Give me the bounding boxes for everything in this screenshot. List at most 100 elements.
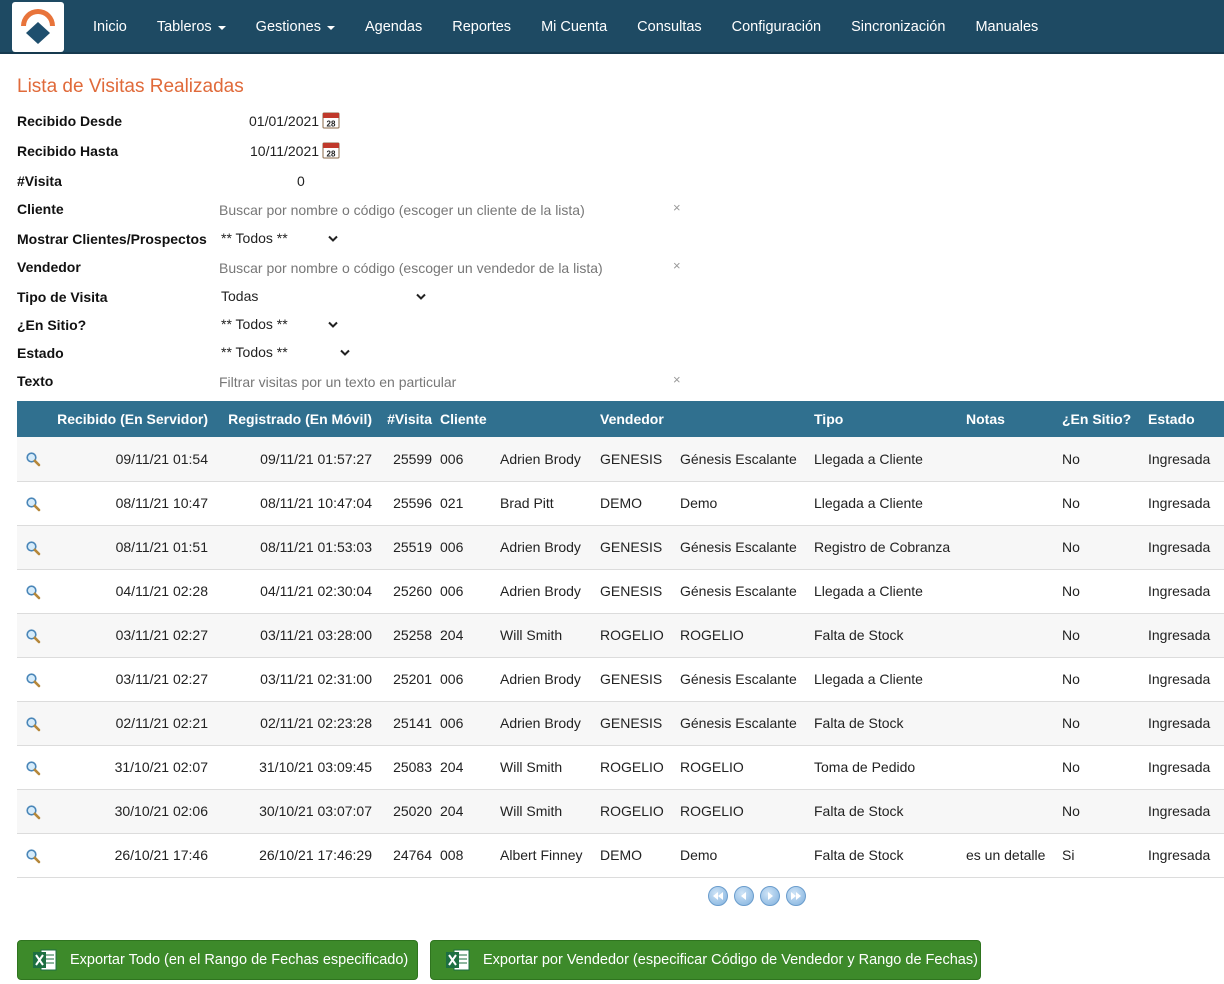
magnifier-icon[interactable]	[25, 716, 41, 732]
header-visita[interactable]: #Visita	[376, 401, 436, 437]
magnifier-icon[interactable]	[25, 628, 41, 644]
cell-notas	[962, 525, 1058, 570]
nav-manuales[interactable]: Manuales	[960, 0, 1053, 54]
cell-en-sitio: No	[1058, 657, 1144, 702]
header-en-sitio[interactable]: ¿En Sitio?	[1058, 401, 1144, 437]
cell-cliente-nombre: Will Smith	[496, 789, 596, 834]
nav-configuracion[interactable]: Configuración	[717, 0, 836, 54]
header-tipo[interactable]: Tipo	[810, 401, 962, 437]
row-detail-cell	[17, 613, 53, 658]
table-row[interactable]: 08/11/21 01:51 08/11/21 01:53:03 25519 006 A…	[17, 525, 1224, 570]
header-recibido[interactable]: Recibido (En Servidor)	[53, 401, 212, 437]
clear-vendedor-icon[interactable]: ×	[673, 258, 681, 273]
cell-vendedor-nombre: ROGELIO	[676, 789, 810, 834]
vendedor-search-input[interactable]	[219, 256, 689, 280]
cell-cliente-codigo: 204	[436, 613, 496, 658]
visita-input[interactable]: 0	[297, 173, 305, 189]
recibido-desde-input[interactable]: 01/01/2021	[249, 113, 319, 129]
cell-registrado: 03/11/21 03:28:00	[212, 613, 376, 658]
nav-sincronizacion-label: Sincronización	[851, 19, 946, 35]
texto-search-input[interactable]	[219, 370, 689, 394]
cell-en-sitio: No	[1058, 481, 1144, 526]
tipo-select[interactable]: Todas	[221, 288, 258, 304]
cell-recibido: 08/11/21 01:51	[53, 525, 212, 570]
filter-recibido-desde: Recibido Desde 01/01/2021 28	[17, 110, 697, 134]
export-all-button[interactable]: Exportar Todo (en el Rango de Fechas esp…	[17, 940, 418, 980]
export-vendor-button[interactable]: Exportar por Vendedor (especificar Códig…	[430, 940, 981, 980]
magnifier-icon[interactable]	[25, 540, 41, 556]
cell-notas: es un detalle	[962, 833, 1058, 878]
cell-cliente-codigo: 204	[436, 745, 496, 790]
recibido-desde-label: Recibido Desde	[17, 113, 123, 129]
cell-recibido: 03/11/21 02:27	[53, 613, 212, 658]
header-vendedor[interactable]: Vendedor	[596, 401, 810, 437]
app-logo[interactable]	[12, 2, 64, 52]
cell-tipo: Falta de Stock	[810, 701, 962, 746]
prev-page-icon[interactable]	[734, 886, 754, 906]
table-row[interactable]: 02/11/21 02:21 02/11/21 02:23:28 25141 006 A…	[17, 701, 1224, 746]
table-row[interactable]: 31/10/21 02:07 31/10/21 03:09:45 25083 204 W…	[17, 745, 1224, 790]
cell-vendedor-codigo: DEMO	[596, 833, 676, 878]
header-notas[interactable]: Notas	[962, 401, 1058, 437]
calendar-icon[interactable]: 28	[322, 141, 340, 159]
calendar-icon[interactable]: 28	[322, 111, 340, 129]
table-row[interactable]: 30/10/21 02:06 30/10/21 03:07:07 25020 204 W…	[17, 789, 1224, 834]
cliente-search-input[interactable]	[219, 198, 689, 222]
en-sitio-select[interactable]: ** Todos **	[221, 316, 288, 332]
last-page-icon[interactable]	[786, 886, 806, 906]
magnifier-icon[interactable]	[25, 672, 41, 688]
cell-vendedor-nombre: Génesis Escalante	[676, 569, 810, 614]
cell-visita: 25020	[376, 789, 436, 834]
clear-cliente-icon[interactable]: ×	[673, 200, 681, 215]
table-header-row: Recibido (En Servidor) Registrado (En Mó…	[17, 401, 1224, 437]
magnifier-icon[interactable]	[25, 451, 41, 467]
nav-tableros-label: Tableros	[156, 19, 212, 35]
table-row[interactable]: 03/11/21 02:27 03/11/21 02:31:00 25201 006 A…	[17, 657, 1224, 702]
cell-registrado: 02/11/21 02:23:28	[212, 701, 376, 746]
first-page-icon[interactable]	[708, 886, 728, 906]
magnifier-icon[interactable]	[25, 496, 41, 512]
nav-inicio[interactable]: Inicio	[78, 0, 142, 54]
nav-reportes[interactable]: Reportes	[437, 0, 526, 54]
estado-select[interactable]: ** Todos **	[221, 344, 288, 360]
cell-visita: 24764	[376, 833, 436, 878]
en-sitio-label: ¿En Sitio?	[17, 317, 87, 333]
excel-icon	[446, 949, 470, 971]
nav-mi-cuenta[interactable]: Mi Cuenta	[526, 0, 622, 54]
table-row[interactable]: 03/11/21 02:27 03/11/21 03:28:00 25258 204 W…	[17, 613, 1224, 658]
cell-estado: Ingresada	[1144, 613, 1224, 658]
caret-down-icon	[217, 26, 226, 30]
table-row[interactable]: 09/11/21 01:54 09/11/21 01:57:27 25599 006 A…	[17, 437, 1224, 482]
row-detail-cell	[17, 481, 53, 526]
clear-texto-icon[interactable]: ×	[673, 372, 681, 387]
cell-registrado: 08/11/21 10:47:04	[212, 481, 376, 526]
magnifier-icon[interactable]	[25, 804, 41, 820]
row-detail-cell	[17, 745, 53, 790]
cell-notas	[962, 481, 1058, 526]
cell-tipo: Toma de Pedido	[810, 745, 962, 790]
export-vendor-label: Exportar por Vendedor (especificar Códig…	[483, 952, 978, 968]
header-estado[interactable]: Estado	[1144, 401, 1224, 437]
cell-visita: 25083	[376, 745, 436, 790]
cell-notas	[962, 701, 1058, 746]
magnifier-icon[interactable]	[25, 760, 41, 776]
nav-consultas[interactable]: Consultas	[622, 0, 716, 54]
cell-visita: 25258	[376, 613, 436, 658]
table-row[interactable]: 04/11/21 02:28 04/11/21 02:30:04 25260 006 A…	[17, 569, 1224, 614]
nav-agendas[interactable]: Agendas	[350, 0, 437, 54]
magnifier-icon[interactable]	[25, 584, 41, 600]
nav-gestiones[interactable]: Gestiones	[241, 0, 350, 54]
table-row[interactable]: 26/10/21 17:46 26/10/21 17:46:29 24764 008 A…	[17, 833, 1224, 878]
row-detail-cell	[17, 437, 53, 482]
recibido-hasta-input[interactable]: 10/11/2021	[250, 143, 319, 159]
nav-sincronizacion[interactable]: Sincronización	[836, 0, 960, 54]
nav-tableros[interactable]: Tableros	[142, 0, 241, 54]
header-cliente[interactable]: Cliente	[436, 401, 596, 437]
cell-en-sitio: No	[1058, 701, 1144, 746]
nav-configuracion-label: Configuración	[731, 19, 822, 35]
magnifier-icon[interactable]	[25, 848, 41, 864]
header-registrado[interactable]: Registrado (En Móvil)	[212, 401, 376, 437]
table-row[interactable]: 08/11/21 10:47 08/11/21 10:47:04 25596 021 B…	[17, 481, 1224, 526]
next-page-icon[interactable]	[760, 886, 780, 906]
mostrar-select[interactable]: ** Todos **	[221, 230, 288, 246]
